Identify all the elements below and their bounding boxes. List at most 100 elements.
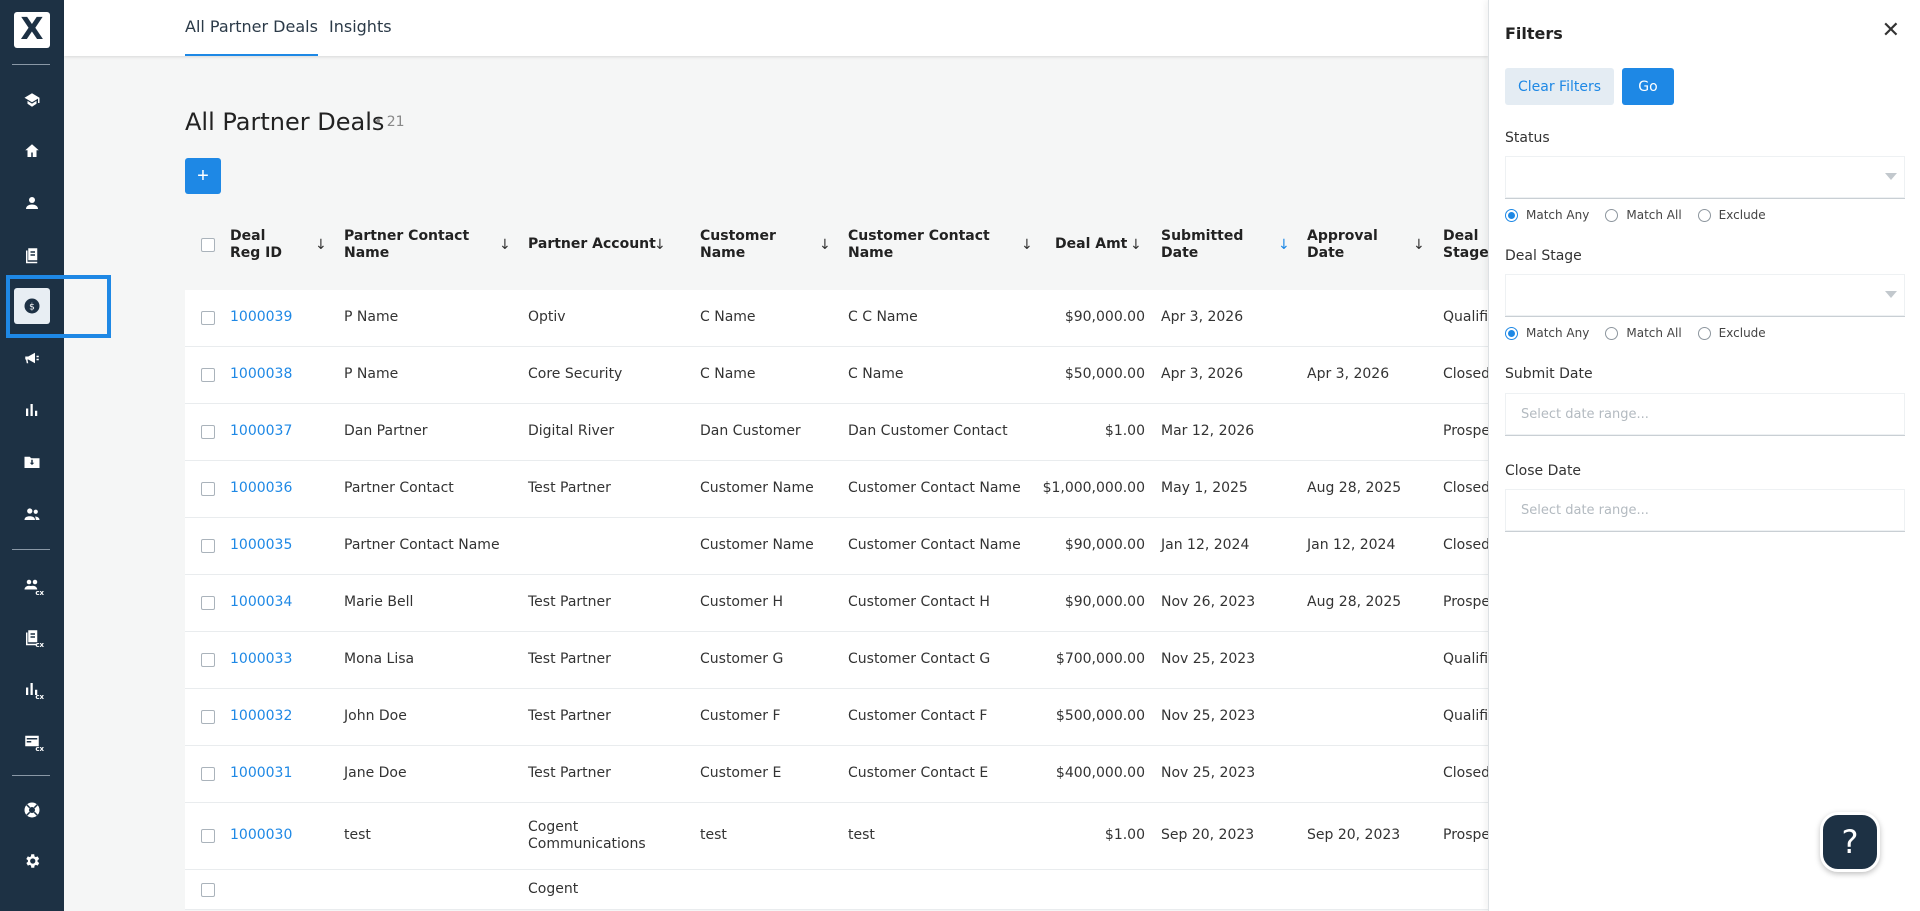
column-header-deal-stage[interactable]: Deal Stage <box>1443 212 1493 278</box>
logo[interactable]: X <box>14 12 50 48</box>
sort-deal-reg-id-icon[interactable]: ↓ <box>315 212 327 278</box>
sidebar-item-people-cx[interactable]: cx <box>14 567 50 603</box>
tab-insights[interactable]: Insights <box>329 17 392 54</box>
deal-reg-id-link[interactable]: 1000035 <box>230 518 292 574</box>
sort-approval-date-icon[interactable]: ↓ <box>1413 212 1425 278</box>
column-header-partner-contact-name[interactable]: Partner Contact Name <box>344 212 474 278</box>
row-checkbox[interactable] <box>201 368 215 382</box>
close-icon[interactable]: ✕ <box>1882 20 1900 42</box>
row-checkbox[interactable] <box>201 425 215 439</box>
sidebar-item-card-cx[interactable]: cx <box>14 723 50 759</box>
sort-customer-contact-icon[interactable]: ↓ <box>1021 212 1033 278</box>
row-checkbox[interactable] <box>201 482 215 496</box>
row-checkbox[interactable] <box>201 767 215 781</box>
deal-reg-id-link[interactable]: 1000039 <box>230 290 292 346</box>
sidebar-item-files[interactable] <box>14 444 50 480</box>
table-row[interactable]: 1000039 P Name Optiv C Name C C Name $90,000.… <box>185 290 1496 347</box>
deal-stage-exclude[interactable]: Exclude <box>1697 326 1766 340</box>
deal-stage-cell: Closed <box>1443 480 1491 497</box>
deal-reg-id-link[interactable]: 1000037 <box>230 404 292 460</box>
top-bar: All Partner Deals Insights <box>64 0 1488 56</box>
status-exclude[interactable]: Exclude <box>1697 208 1766 222</box>
sidebar-item-support[interactable] <box>14 792 50 828</box>
deals-table: Deal Reg ID ↓ Partner Contact Name ↓ Par… <box>185 212 1496 910</box>
sort-customer-name-icon[interactable]: ↓ <box>819 212 831 278</box>
row-checkbox[interactable] <box>201 596 215 610</box>
chevron-down-icon <box>1885 291 1897 298</box>
deal-stage-label: Deal Stage <box>1505 248 1582 264</box>
column-header-customer-contact-name[interactable]: Customer Contact Name <box>848 212 993 278</box>
table-row[interactable]: 1000035 Partner Contact Name Customer Name… <box>185 518 1490 575</box>
sidebar-item-school[interactable] <box>14 82 50 118</box>
customer-contact-cell: Customer Contact G <box>848 651 991 668</box>
deal-reg-id-link[interactable]: 1000033 <box>230 632 292 688</box>
sidebar-item-reports[interactable] <box>14 392 50 428</box>
table-row[interactable]: 1000033 Mona Lisa Test Partner Customer G Cu… <box>185 632 1496 689</box>
radio-label: Match Any <box>1526 208 1590 222</box>
sidebar-item-user[interactable] <box>14 185 50 221</box>
customer-name-cell: C Name <box>700 309 756 326</box>
table-row[interactable]: Cogent <box>185 870 1488 910</box>
column-header-deal-reg-id[interactable]: Deal Reg ID <box>230 212 300 278</box>
deal-reg-id-link[interactable]: 1000032 <box>230 689 292 745</box>
select-all-checkbox[interactable] <box>201 238 215 252</box>
deal-stage-select[interactable] <box>1505 274 1905 317</box>
deal-reg-id-link[interactable]: 1000034 <box>230 575 292 631</box>
column-header-submitted-date[interactable]: Submitted Date <box>1161 212 1261 278</box>
close-date-input[interactable]: Select date range... <box>1505 489 1905 532</box>
row-checkbox[interactable] <box>201 653 215 667</box>
sort-deal-amt-icon[interactable]: ↓ <box>1130 212 1142 278</box>
customer-name-cell: C Name <box>700 366 756 383</box>
radio-unselected <box>1605 326 1619 340</box>
table-row[interactable]: 1000034 Marie Bell Test Partner Customer H C… <box>185 575 1490 632</box>
status-select[interactable] <box>1505 156 1905 199</box>
sidebar-item-settings[interactable] <box>14 843 50 879</box>
sidebar-item-library[interactable] <box>14 237 50 273</box>
row-checkbox[interactable] <box>201 882 215 897</box>
customer-contact-cell: Dan Customer Contact <box>848 423 1008 440</box>
logo-x-icon: X <box>20 12 44 47</box>
deal-stage-match-any[interactable]: Match Any <box>1505 326 1589 340</box>
row-checkbox[interactable] <box>201 710 215 724</box>
sort-partner-contact-icon[interactable]: ↓ <box>499 212 511 278</box>
table-row[interactable]: 1000036 Partner Contact Test Partner Custom… <box>185 461 1491 518</box>
help-button[interactable]: ? <box>1820 812 1880 872</box>
deal-reg-id-link[interactable]: 1000031 <box>230 746 292 802</box>
sidebar-item-people[interactable] <box>14 496 50 532</box>
sidebar-item-campaigns[interactable] <box>14 340 50 376</box>
tab-all-partner-deals[interactable]: All Partner Deals <box>185 17 318 56</box>
column-header-deal-amt[interactable]: Deal Amt <box>1055 212 1139 278</box>
sidebar-item-library-cx[interactable]: cx <box>14 619 50 655</box>
clear-filters-button[interactable]: Clear Filters <box>1505 68 1614 105</box>
sort-submitted-date-icon[interactable]: ↓ <box>1278 212 1290 278</box>
deal-reg-id-link[interactable]: 1000036 <box>230 461 292 517</box>
add-deal-button[interactable]: + <box>185 158 221 194</box>
lifebuoy-icon <box>24 802 40 818</box>
deal-reg-id-link[interactable]: 1000038 <box>230 347 292 403</box>
table-row[interactable]: 1000031 Jane Doe Test Partner Customer E Cus… <box>185 746 1490 803</box>
table-row[interactable]: 1000030 test Cogent Communications test test… <box>185 803 1490 870</box>
sidebar-item-reports-cx[interactable]: cx <box>14 671 50 707</box>
row-checkbox[interactable] <box>201 829 215 843</box>
deal-stage-match-all[interactable]: Match All <box>1605 326 1682 340</box>
column-header-partner-account[interactable]: Partner Account <box>528 212 658 278</box>
status-match-all[interactable]: Match All <box>1605 208 1682 222</box>
sidebar-item-home[interactable] <box>14 133 50 169</box>
customer-name-cell: Customer Name <box>700 537 814 554</box>
sort-partner-account-icon[interactable]: ↓ <box>654 212 666 278</box>
deal-reg-id-link[interactable]: 1000030 <box>230 803 292 869</box>
table-row[interactable]: 1000038 P Name Core Security C Name C Name $5… <box>185 347 1490 404</box>
column-header-customer-name[interactable]: Customer Name <box>700 212 810 278</box>
row-checkbox[interactable] <box>201 311 215 325</box>
table-row[interactable]: 1000037 Dan Partner Digital River Dan Custo… <box>185 404 1490 461</box>
column-header-approval-date[interactable]: Approval Date <box>1307 212 1397 278</box>
status-match-any[interactable]: Match Any <box>1505 208 1589 222</box>
customer-contact-cell: C Name <box>848 366 904 383</box>
submit-date-input[interactable]: Select date range... <box>1505 393 1905 436</box>
radio-unselected <box>1697 326 1711 340</box>
chevron-down-icon <box>1885 173 1897 180</box>
table-row[interactable]: 1000032 John Doe Test Partner Customer F Cus… <box>185 689 1496 746</box>
go-button[interactable]: Go <box>1622 68 1674 105</box>
row-checkbox[interactable] <box>201 539 215 553</box>
deal-amount-cell: $90,000.00 <box>1064 537 1145 554</box>
